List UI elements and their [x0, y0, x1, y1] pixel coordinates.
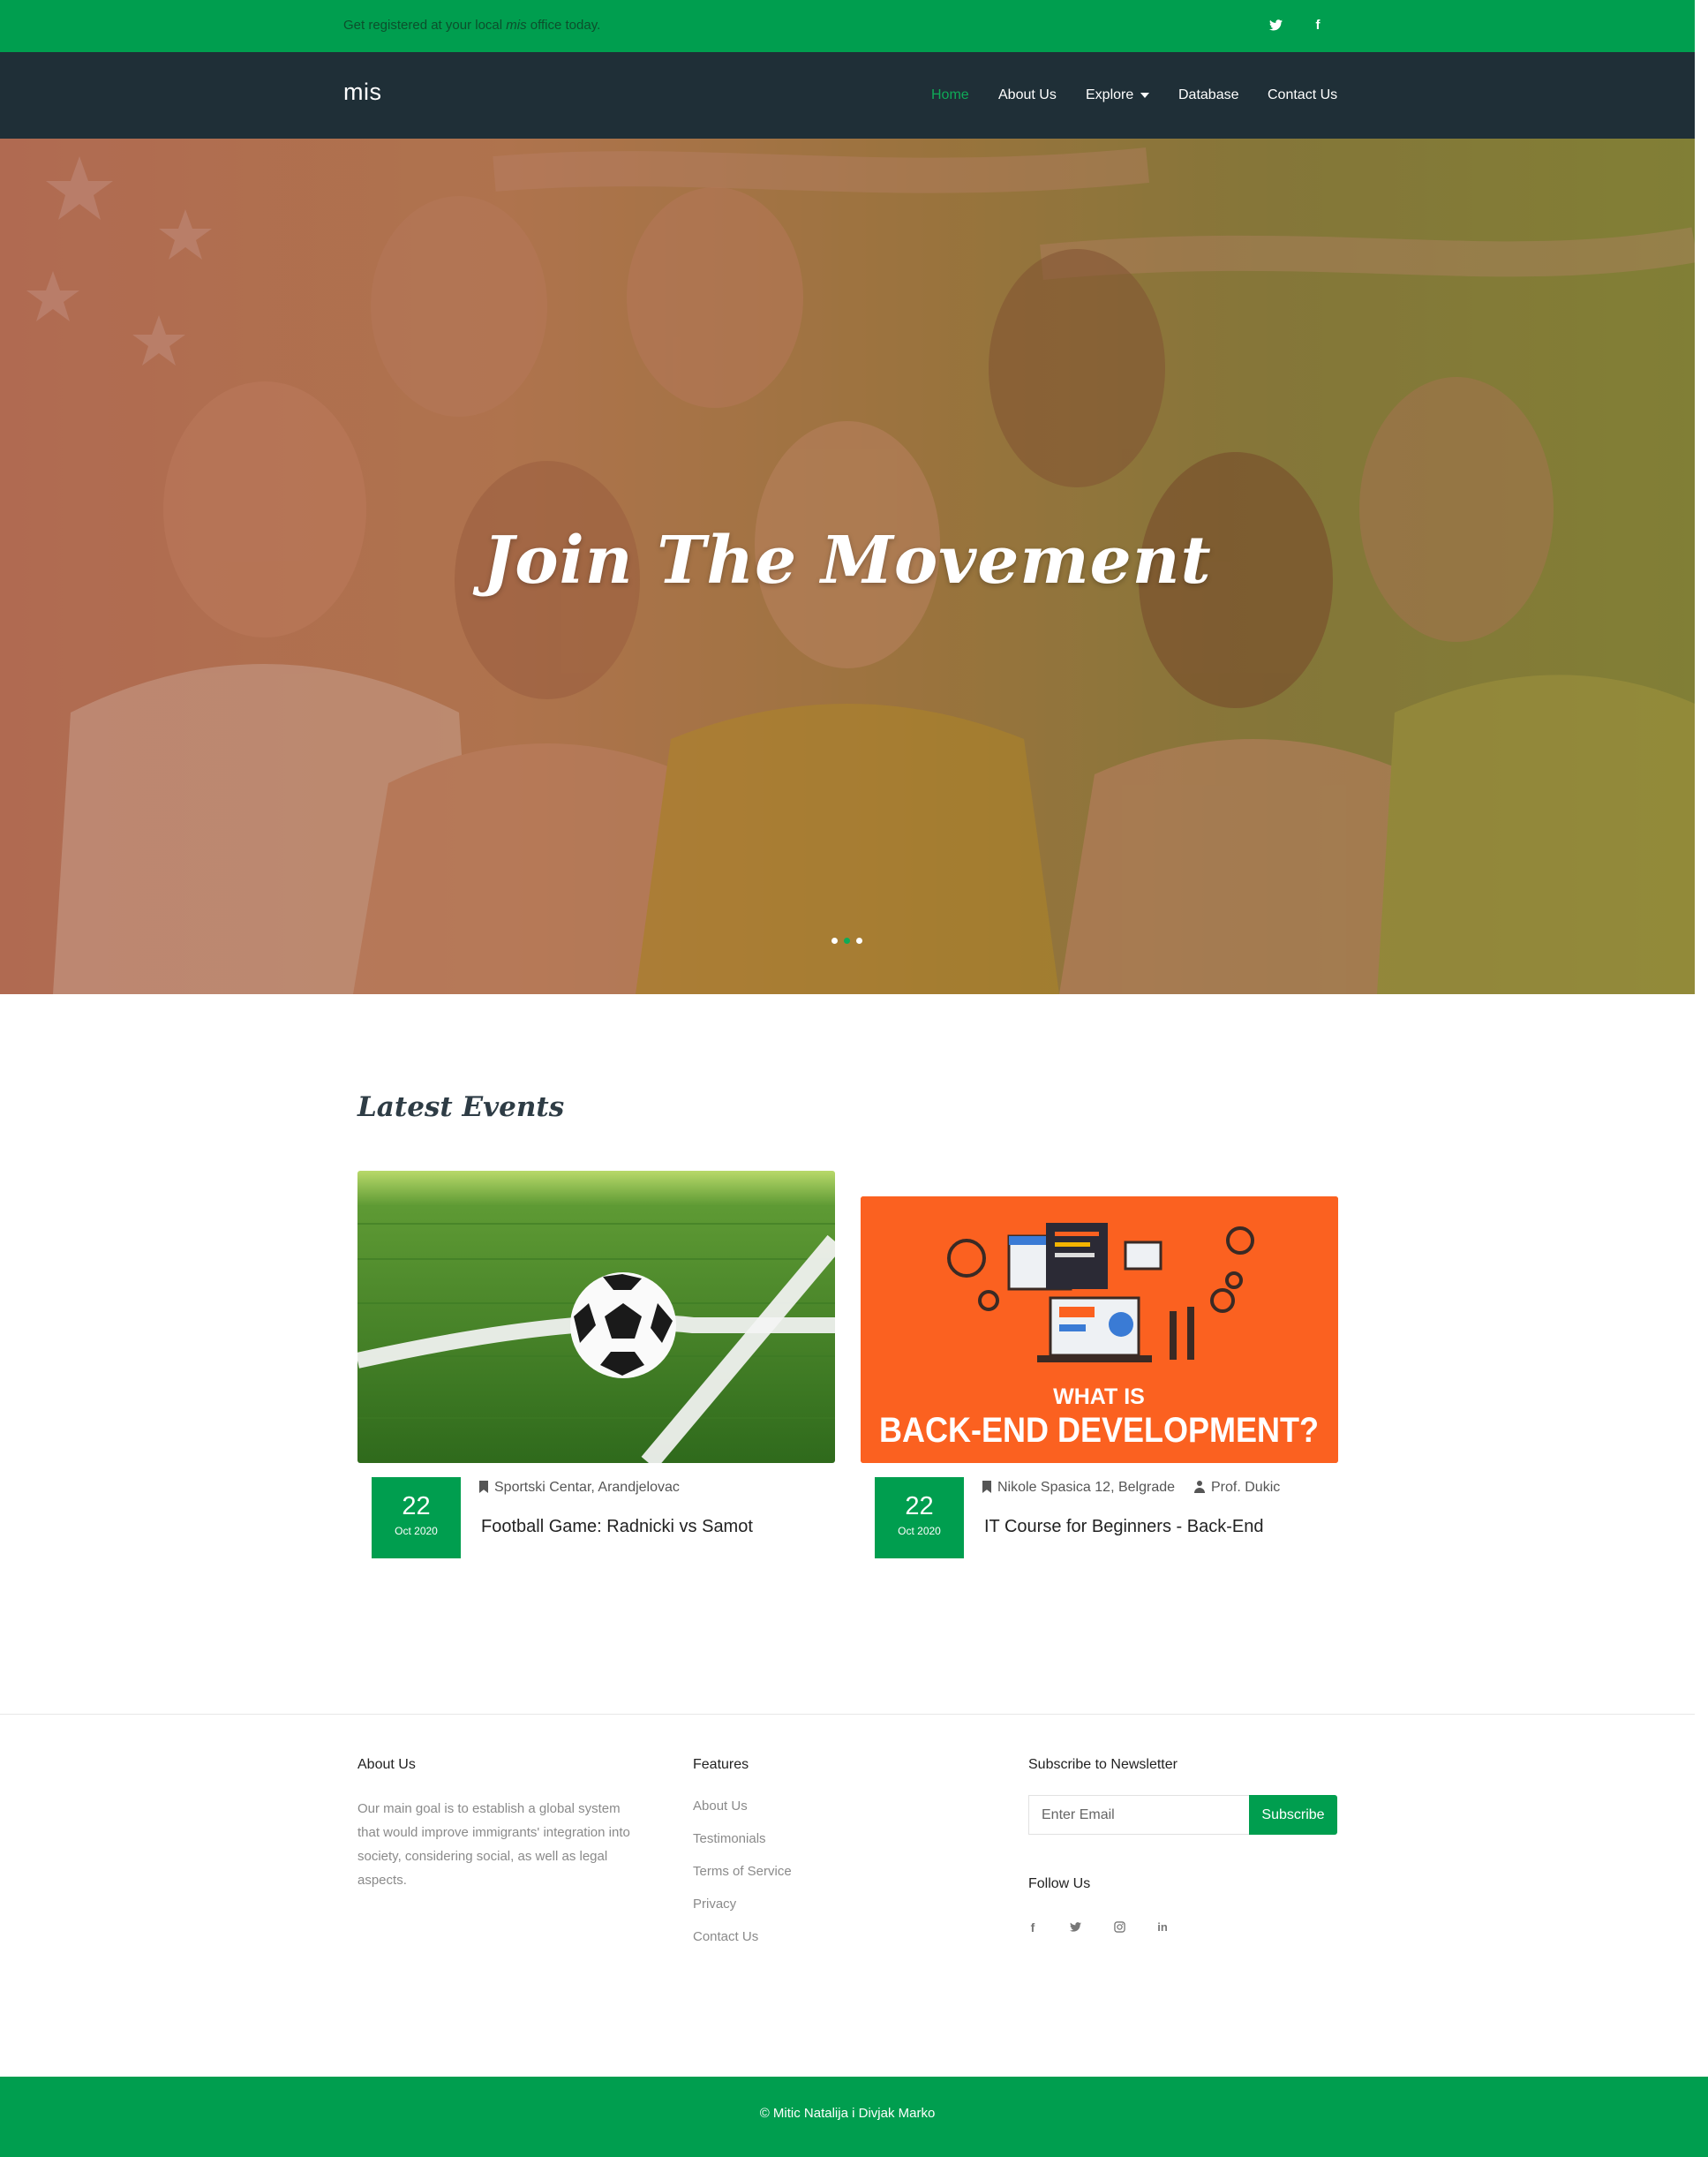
nav-explore-label: Explore [1086, 87, 1134, 102]
event-month: Oct 2020 [395, 1525, 438, 1537]
footer-link-contact-us[interactable]: Contact Us [693, 1929, 758, 1944]
event-location-text: Sportski Centar, Arandjelovac [494, 1480, 680, 1495]
footer-link-about-us[interactable]: About Us [693, 1799, 748, 1814]
navbar: mis Home About Us Explore Database Conta… [0, 52, 1695, 139]
footer-about-text: Our main goal is to establish a global s… [357, 1801, 630, 1888]
footer-features-title: Features [693, 1757, 749, 1772]
copyright-text: © Mitic Natalija i Divjak Marko [759, 2106, 936, 2121]
event-host: Prof. Dukic [1194, 1480, 1280, 1496]
event-date-badge: 22 Oct 2020 [372, 1477, 461, 1558]
facebook-icon[interactable]: f [1308, 16, 1328, 35]
footer-link-terms[interactable]: Terms of Service [693, 1864, 792, 1879]
event-image-football[interactable] [357, 1171, 835, 1463]
top-bar: Get registered at your local mis office … [0, 0, 1695, 52]
facebook-icon[interactable]: f [1023, 1918, 1042, 1937]
chevron-down-icon [1140, 92, 1150, 98]
footer-link-privacy[interactable]: Privacy [693, 1897, 736, 1912]
nav-explore[interactable]: Explore [1086, 87, 1150, 103]
nav-database[interactable]: Database [1178, 87, 1239, 103]
hero-title: Join The Movement [483, 523, 1212, 599]
nav-contact-us[interactable]: Contact Us [1268, 87, 1337, 103]
bookmark-icon [982, 1481, 991, 1493]
message-text-end: office today. [526, 18, 601, 33]
twitter-icon[interactable] [1266, 16, 1285, 35]
football-image [357, 1171, 835, 1463]
event-title[interactable]: IT Course for Beginners - Back-End [984, 1517, 1263, 1537]
event-host-text: Prof. Dukic [1211, 1480, 1281, 1495]
latest-events-title: Latest Events [357, 1091, 565, 1123]
image-text-backend: BACK-END DEVELOPMENT? [879, 1411, 1319, 1450]
event-title[interactable]: Football Game: Radnicki vs Samot [481, 1517, 753, 1537]
footer-link-testimonials[interactable]: Testimonials [693, 1831, 766, 1846]
nav-home[interactable]: Home [931, 87, 969, 103]
message-text: Get registered at your local [343, 18, 507, 33]
brand-logo[interactable]: mis [343, 79, 382, 106]
event-location: Sportski Centar, Arandjelovac [479, 1480, 680, 1496]
event-date-badge: 22 Oct 2020 [875, 1477, 964, 1558]
person-icon [1194, 1481, 1205, 1493]
event-day: 22 [905, 1492, 934, 1520]
footer-about-title: About Us [357, 1757, 416, 1772]
subscribe-button[interactable]: Subscribe [1249, 1795, 1337, 1835]
event-image-backend[interactable]: WHAT IS BACK-END DEVELOPMENT? [861, 1196, 1338, 1463]
newsletter-email-input[interactable] [1028, 1795, 1249, 1835]
bookmark-icon [479, 1481, 488, 1493]
event-month: Oct 2020 [898, 1525, 941, 1537]
message-brand: mis [506, 18, 527, 33]
linkedin-icon[interactable]: in [1153, 1918, 1172, 1937]
carousel-dot-active[interactable] [844, 938, 850, 944]
carousel-dot[interactable] [856, 938, 862, 944]
footer-divider [0, 1714, 1695, 1715]
carousel-dot[interactable] [831, 938, 838, 944]
twitter-icon[interactable] [1065, 1918, 1085, 1937]
hero-carousel: Join The Movement [0, 139, 1695, 994]
instagram-icon[interactable] [1110, 1918, 1129, 1937]
follow-us-title: Follow Us [1028, 1876, 1091, 1891]
event-location: Nikole Spasica 12, Belgrade [982, 1480, 1175, 1496]
backend-development-image: WHAT IS BACK-END DEVELOPMENT? [861, 1196, 1338, 1463]
nav-about-us[interactable]: About Us [998, 87, 1057, 103]
carousel-indicators [831, 932, 869, 948]
image-text-what-is: WHAT IS [1053, 1384, 1145, 1409]
newsletter-title: Subscribe to Newsletter [1028, 1757, 1178, 1772]
event-location-text: Nikole Spasica 12, Belgrade [997, 1480, 1176, 1495]
registration-message: Get registered at your local mis office … [343, 18, 600, 33]
event-day: 22 [402, 1492, 431, 1520]
